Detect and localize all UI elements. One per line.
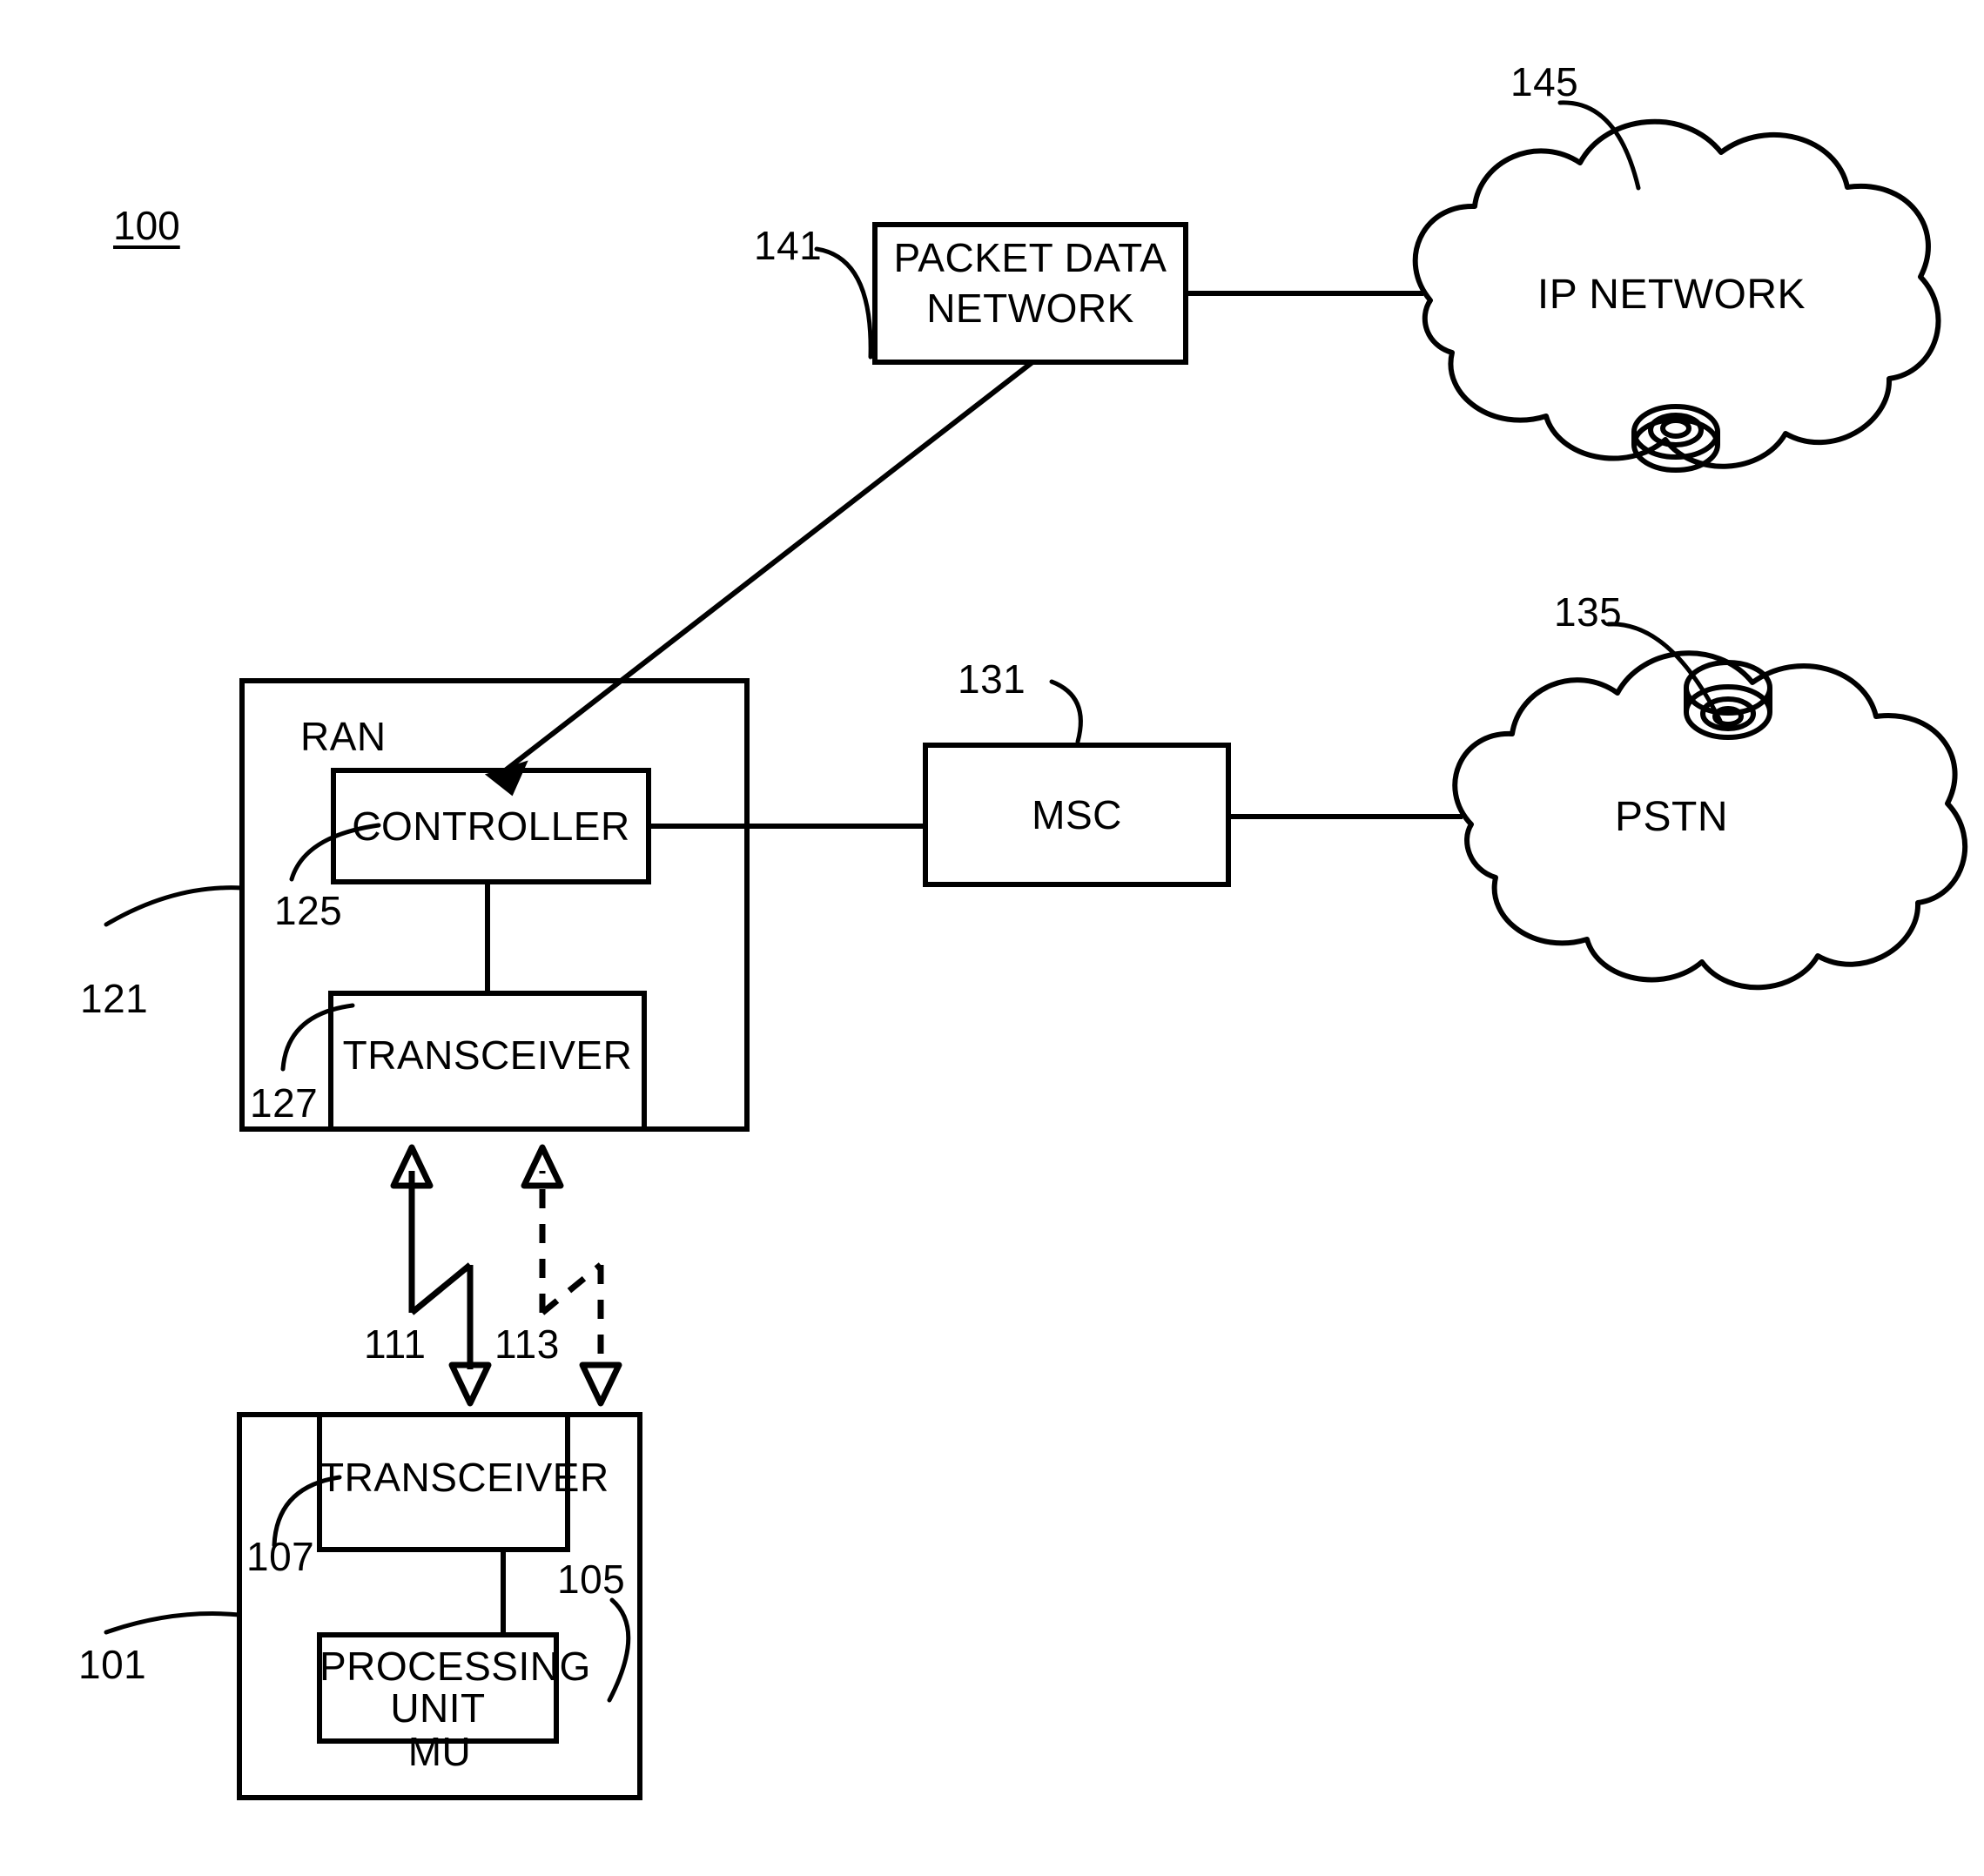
ref-numeral-111: 111	[364, 1321, 427, 1367]
ref-numeral-127: 127	[250, 1080, 319, 1126]
ref-numeral-145: 145	[1510, 59, 1579, 104]
ref-131-leader	[1049, 679, 1083, 744]
packet-data-network-label-line2: NETWORK	[926, 286, 1134, 331]
ran-transceiver-label: TRANSCEIVER	[342, 1032, 633, 1078]
ref-141-leader	[814, 246, 873, 360]
ref-105-leader	[607, 1597, 631, 1703]
controller-label: CONTROLLER	[352, 804, 630, 849]
ran-label: RAN	[300, 714, 387, 759]
ref-numeral-125: 125	[274, 888, 343, 933]
pdn-controller-link	[494, 360, 1034, 780]
pstn-label: PSTN	[1614, 794, 1728, 840]
msc-label: MSC	[1032, 792, 1122, 837]
ref-101-leader	[104, 1611, 242, 1635]
mu-label: MU	[407, 1729, 472, 1774]
ref-numeral-135: 135	[1554, 589, 1623, 635]
ref-numeral-141: 141	[754, 223, 823, 268]
processing-unit-label-line1: PROCESSING	[319, 1644, 591, 1689]
ref-numeral-121: 121	[80, 976, 149, 1021]
ref-numeral-131: 131	[958, 656, 1026, 702]
ip-network-disc-icon	[1631, 404, 1720, 473]
packet-data-network-label-line1: PACKET DATA	[893, 235, 1167, 280]
ref-numeral-105: 105	[557, 1557, 626, 1602]
mu-transceiver-label: TRANSCEIVER	[319, 1455, 609, 1500]
figure-number: 100	[113, 203, 180, 248]
pstn-disc-icon	[1684, 660, 1772, 740]
processing-unit-label-line2: UNIT	[390, 1685, 486, 1731]
figure-canvas: 100 141 PACKET DATA NETWORK 145 IP NETWO…	[0, 0, 1984, 1876]
ref-145-leader	[1557, 100, 1641, 191]
ref-numeral-101: 101	[78, 1642, 147, 1687]
ref-numeral-113: 113	[494, 1321, 560, 1367]
ref-numeral-107: 107	[246, 1534, 315, 1579]
ip-network-label: IP NETWORK	[1537, 272, 1806, 318]
ref-121-leader	[104, 885, 245, 927]
